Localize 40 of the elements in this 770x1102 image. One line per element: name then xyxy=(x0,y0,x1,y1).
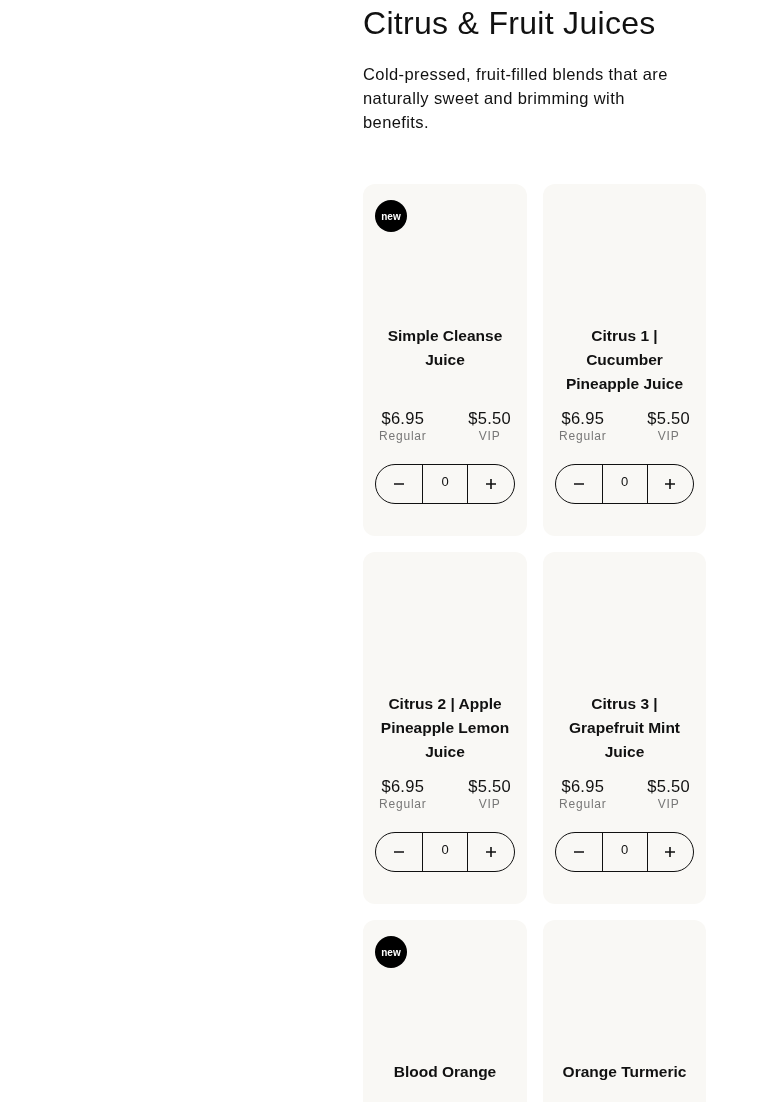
regular-price: $6.95 xyxy=(561,408,605,428)
regular-price: $6.95 xyxy=(561,776,605,796)
plus-icon xyxy=(485,478,497,490)
new-badge: new xyxy=(375,936,407,968)
price-label: VIP xyxy=(478,796,501,812)
quantity-value: 0 xyxy=(422,465,468,503)
category-description: Cold-pressed, fruit-filled blends that are naturally sweet and brimming with benefits. xyxy=(363,64,669,133)
plus-icon xyxy=(664,846,677,858)
product-card[interactable]: new Simple Cleanse Juice $6.95 Regular $5.50 VIP 0 xyxy=(363,184,527,536)
quantity-value: 0 xyxy=(601,833,648,871)
price-label: Regular xyxy=(559,428,607,444)
price-label: Regular xyxy=(379,796,427,812)
product-name[interactable]: Citrus 3 | Grapefruit Mint Juice xyxy=(555,692,694,764)
new-badge: new xyxy=(375,200,407,232)
vip-price: $5.50 xyxy=(647,408,690,428)
product-card[interactable]: Citrus 1 | Cucumber Pineapple Juice $6.95 Regular $5.50 VIP 0 xyxy=(543,184,706,536)
regular-price: $6.95 xyxy=(381,776,425,796)
product-name[interactable]: Citrus 2 | Apple Pineapple Lemon Juice xyxy=(375,692,515,764)
vip-price: $5.50 xyxy=(468,408,511,428)
product-name[interactable]: Orange Turmeric xyxy=(555,1060,694,1084)
product-card[interactable]: Orange Turmeric xyxy=(543,920,706,1102)
product-name[interactable]: Simple Cleanse Juice xyxy=(375,324,515,372)
price-label: VIP xyxy=(657,428,680,444)
product-card[interactable]: Citrus 3 | Grapefruit Mint Juice $6.95 Regular $5.50 VIP 0 xyxy=(543,552,706,904)
product-name[interactable]: Citrus 1 | Cucumber Pineapple Juice xyxy=(555,324,694,396)
product-card[interactable]: new Blood Orange xyxy=(363,920,527,1102)
price-label: VIP xyxy=(478,428,501,444)
product-card[interactable]: Citrus 2 | Apple Pineapple Lemon Juice $6.95 Regular $5.50 VIP 0 xyxy=(363,552,527,904)
vip-price: $5.50 xyxy=(647,776,690,796)
quantity-value: 0 xyxy=(422,833,468,871)
price-label: Regular xyxy=(559,796,607,812)
regular-price: $6.95 xyxy=(381,408,425,428)
product-name[interactable]: Blood Orange xyxy=(375,1060,515,1084)
price-label: Regular xyxy=(379,428,427,444)
price-label: VIP xyxy=(657,796,680,812)
plus-icon xyxy=(485,846,497,858)
page-title: Citrus & Fruit Juices xyxy=(363,4,657,42)
vip-price: $5.50 xyxy=(468,776,511,796)
plus-icon xyxy=(664,478,677,490)
quantity-value: 0 xyxy=(601,465,648,503)
